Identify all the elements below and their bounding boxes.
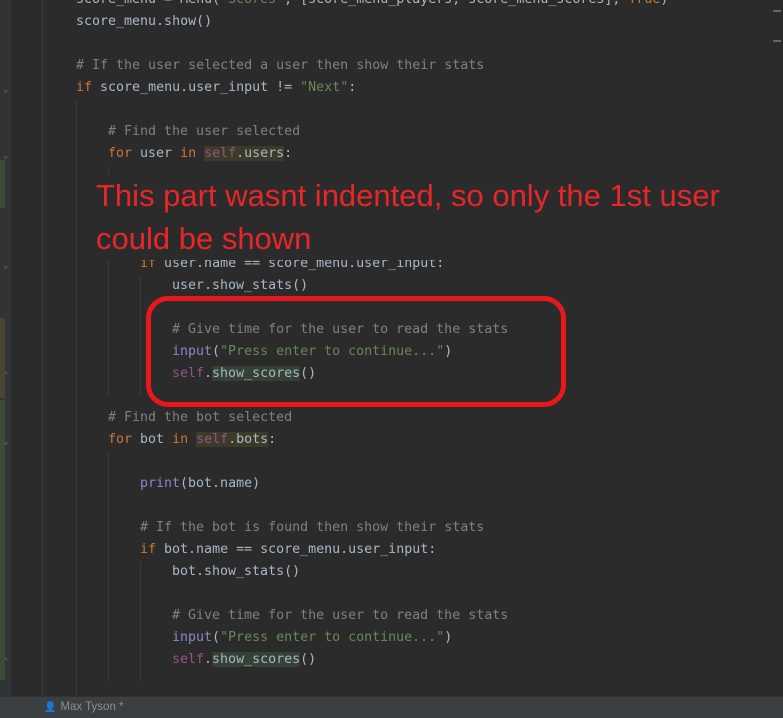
fold-icon[interactable]: ⌄ <box>3 152 10 161</box>
code-token: : <box>268 432 277 447</box>
code-token: user.show_stats() <box>172 278 309 293</box>
code-token: # Give time for the user to read the sta… <box>172 608 509 623</box>
indent-guide <box>76 100 77 696</box>
code-line[interactable]: # If the bot is found then show their st… <box>140 517 484 539</box>
code-token: ( <box>212 344 221 359</box>
code-token: ( <box>212 630 221 645</box>
code-token: # Find the user selected <box>108 124 301 139</box>
code-token: in <box>172 432 197 447</box>
fold-icon[interactable]: ⌄ <box>3 262 10 271</box>
code-token: "Scores" <box>220 0 284 7</box>
indent-guide <box>140 276 141 396</box>
code-token: user <box>140 146 181 161</box>
code-token: # Find the bot selected <box>108 410 293 425</box>
vcs-change-marker <box>0 318 5 398</box>
code-token: () <box>300 366 317 381</box>
code-token: bot <box>140 432 173 447</box>
code-token: "Next" <box>300 80 349 95</box>
code-token: input <box>172 630 213 645</box>
code-line[interactable]: # Give time for the user to read the sta… <box>172 319 508 341</box>
scroll-marker <box>773 40 781 42</box>
code-token: score_menu.user_input != <box>100 80 301 95</box>
indent-guide <box>108 452 109 682</box>
vcs-change-marker <box>0 160 5 208</box>
code-token: # If the bot is found then show their st… <box>140 520 485 535</box>
code-token: for <box>108 432 141 447</box>
code-token: input <box>172 344 213 359</box>
code-token: if <box>76 80 101 95</box>
code-token: bot.show_stats() <box>172 564 301 579</box>
code-line[interactable]: user.show_stats() <box>172 275 308 297</box>
code-token: if <box>140 542 165 557</box>
code-token: # If the user selected a user then show … <box>76 58 485 73</box>
code-token: show_scores <box>212 652 301 667</box>
code-token: () <box>300 652 317 667</box>
code-token: # Give time for the user to read the sta… <box>172 322 509 337</box>
fold-icon[interactable]: ⌄ <box>3 438 10 447</box>
fold-icon[interactable]: ⌃ <box>3 372 10 381</box>
code-token: : <box>348 80 357 95</box>
code-token: for <box>108 146 141 161</box>
code-token: self <box>196 432 229 447</box>
author-name: Max Tyson * <box>60 701 124 713</box>
code-line[interactable]: self.show_scores() <box>172 363 316 385</box>
code-line[interactable]: print(bot.name) <box>140 473 260 495</box>
code-token: in <box>180 146 205 161</box>
code-token: show_scores <box>212 366 301 381</box>
code-token: self <box>172 366 205 381</box>
fold-icon[interactable]: ⌄ <box>3 86 10 95</box>
code-line[interactable]: if score_menu.user_input != "Next": <box>76 77 356 99</box>
code-line[interactable]: bot.show_stats() <box>172 561 300 583</box>
code-token: ) <box>444 630 453 645</box>
code-line[interactable]: score_menu = Menu("Scores", [score_menu_… <box>76 0 668 11</box>
code-token: score_menu.show() <box>76 14 213 29</box>
code-token: bot.name == score_menu.user_input: <box>164 542 437 557</box>
code-token: score_menu = Menu( <box>76 0 220 7</box>
user-icon: 👤 <box>44 702 57 713</box>
scroll-marker <box>773 10 781 12</box>
code-token: .users <box>236 146 285 161</box>
code-token: self <box>172 652 205 667</box>
code-token: : <box>284 146 293 161</box>
code-token: , [score_menu_players, score_menu_scores… <box>284 0 628 7</box>
code-line[interactable]: # Find the user selected <box>108 121 300 143</box>
fold-icon[interactable]: ⌃ <box>3 658 10 667</box>
code-line[interactable]: for bot in self.bots: <box>108 429 276 451</box>
code-token: ) <box>444 344 453 359</box>
code-token: "Press enter to continue..." <box>220 630 445 645</box>
code-token: (bot.name) <box>180 476 261 491</box>
annotation-text: This part wasnt indented, so only the 1s… <box>96 174 736 260</box>
code-token: ) <box>660 0 668 7</box>
code-token: "Press enter to continue..." <box>220 344 445 359</box>
code-line[interactable]: input("Press enter to continue...") <box>172 341 452 363</box>
code-line[interactable]: self.show_scores() <box>172 649 316 671</box>
code-token: . <box>204 652 213 667</box>
code-line[interactable]: # Give time for the user to read the sta… <box>172 605 508 627</box>
status-bar: 👤 Max Tyson * <box>0 696 783 718</box>
code-line[interactable]: score_menu.show() <box>76 11 212 33</box>
editor-scrollbar[interactable] <box>770 0 783 696</box>
author-label: 👤 Max Tyson * <box>44 698 124 717</box>
code-line[interactable]: for user in self.users: <box>108 143 292 165</box>
code-line[interactable]: # If the user selected a user then show … <box>76 55 484 77</box>
code-line[interactable]: input("Press enter to continue...") <box>172 627 452 649</box>
code-token: .bots <box>228 432 269 447</box>
code-token: self <box>204 146 237 161</box>
code-token: True <box>628 0 660 7</box>
code-line[interactable]: if bot.name == score_menu.user_input: <box>140 539 436 561</box>
code-token: print <box>140 476 181 491</box>
gutter-separator <box>42 0 43 696</box>
code-token: . <box>204 366 213 381</box>
code-line[interactable]: # Find the bot selected <box>108 407 292 429</box>
indent-guide <box>140 562 141 682</box>
